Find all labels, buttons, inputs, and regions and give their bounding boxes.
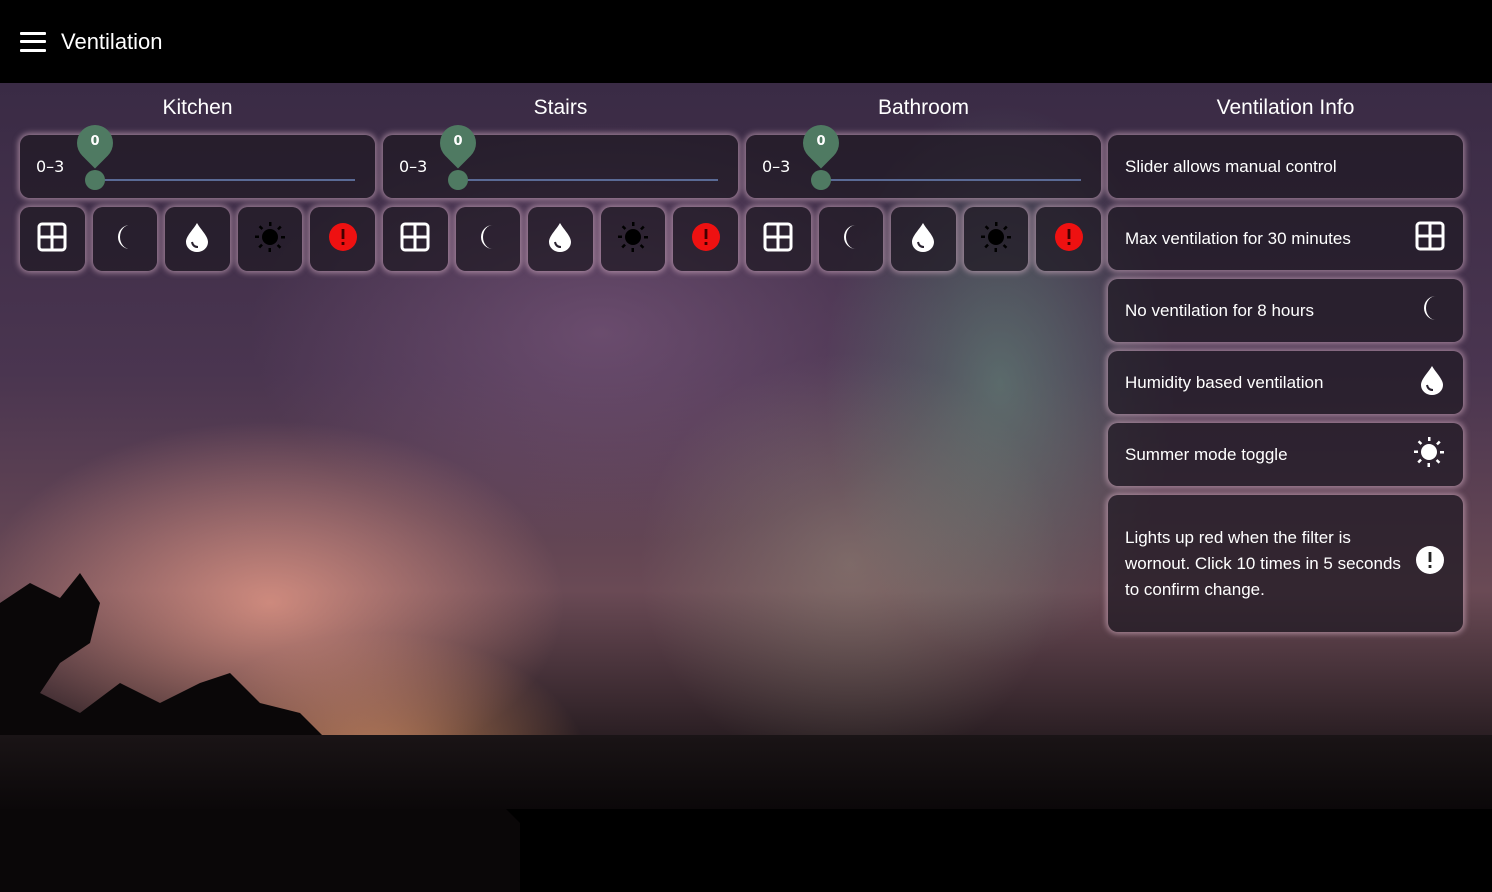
room-title: Kitchen bbox=[162, 96, 233, 119]
info-item: Slider allows manual control bbox=[1108, 135, 1463, 198]
moon-icon bbox=[1417, 294, 1445, 327]
sun-button[interactable] bbox=[237, 207, 303, 271]
slider-track[interactable] bbox=[821, 179, 1081, 181]
moon-icon bbox=[474, 223, 502, 255]
humidity-drop-icon bbox=[184, 222, 210, 256]
humidity-drop-icon bbox=[1419, 365, 1445, 400]
ground bbox=[0, 735, 1492, 809]
info-text: No ventilation for 8 hours bbox=[1125, 300, 1314, 320]
info-text: Humidity based ventilation bbox=[1125, 372, 1324, 392]
slider-range-label: 0–3 bbox=[36, 157, 65, 176]
max-ventilation-button[interactable] bbox=[383, 207, 448, 271]
slider-thumb[interactable] bbox=[85, 170, 105, 190]
humidity-drop-button[interactable] bbox=[891, 207, 956, 271]
info-item: Summer mode toggle bbox=[1108, 423, 1463, 486]
slider-value: 0 bbox=[453, 134, 463, 149]
slider-track[interactable] bbox=[458, 179, 718, 181]
info-text: Max ventilation for 30 minutes bbox=[1125, 228, 1351, 248]
filter-alert-icon bbox=[1054, 222, 1084, 256]
page-title: Ventilation bbox=[61, 28, 163, 54]
humidity-drop-icon bbox=[547, 222, 573, 256]
info-text: Summer mode toggle bbox=[1125, 444, 1288, 464]
filter-alert-button[interactable] bbox=[310, 207, 375, 271]
filter-alert-button[interactable] bbox=[1036, 207, 1101, 271]
sun-icon bbox=[1413, 436, 1445, 473]
info-title: Ventilation Info bbox=[1216, 96, 1355, 119]
slider-value: 0 bbox=[816, 134, 826, 149]
filter-alert-icon bbox=[328, 222, 358, 256]
max-ventilation-button[interactable] bbox=[746, 207, 811, 271]
max-ventilation-icon bbox=[763, 222, 793, 256]
slider-track[interactable] bbox=[95, 179, 355, 181]
sun-button[interactable] bbox=[600, 207, 666, 271]
slider-thumb[interactable] bbox=[448, 170, 468, 190]
info-item: Max ventilation for 30 minutes bbox=[1108, 207, 1463, 270]
info-item: Humidity based ventilation bbox=[1108, 351, 1463, 414]
fan-speed-slider-card: 0–3 0 bbox=[746, 117, 1101, 198]
room-column-bathroom: Bathroom 0–3 0 bbox=[746, 83, 1101, 271]
humidity-drop-button[interactable] bbox=[528, 207, 593, 271]
filter-alert-button[interactable] bbox=[673, 207, 738, 271]
max-ventilation-icon bbox=[37, 222, 67, 256]
room-title: Stairs bbox=[533, 96, 588, 119]
slider-range-label: 0–3 bbox=[762, 157, 791, 176]
fan-speed-slider-card: 0–3 0 bbox=[383, 117, 738, 198]
moon-button[interactable] bbox=[455, 207, 521, 271]
slider-range-label: 0–3 bbox=[399, 157, 428, 176]
slider-value: 0 bbox=[90, 134, 100, 149]
info-item: Lights up red when the filter is wornout… bbox=[1108, 495, 1463, 632]
room-column-kitchen: Kitchen 0–3 0 bbox=[20, 83, 375, 271]
exclamation-icon bbox=[1415, 545, 1445, 583]
slider-thumb[interactable] bbox=[811, 170, 831, 190]
info-text: Lights up red when the filter is wornout… bbox=[1125, 527, 1401, 599]
max-ventilation-icon bbox=[1415, 221, 1445, 256]
info-item: No ventilation for 8 hours bbox=[1108, 279, 1463, 342]
room-column-stairs: Stairs 0–3 0 bbox=[383, 83, 738, 271]
sun-button[interactable] bbox=[963, 207, 1029, 271]
ventilation-info-column: Ventilation Info Slider allows manual co… bbox=[1108, 83, 1463, 641]
max-ventilation-icon bbox=[400, 222, 430, 256]
humidity-drop-button[interactable] bbox=[165, 207, 230, 271]
max-ventilation-button[interactable] bbox=[20, 207, 85, 271]
info-text: Slider allows manual control bbox=[1125, 156, 1337, 176]
room-title: Bathroom bbox=[877, 96, 970, 119]
moon-icon bbox=[111, 223, 139, 255]
sun-icon bbox=[980, 221, 1012, 257]
hamburger-menu-icon[interactable] bbox=[20, 31, 46, 52]
sun-icon bbox=[254, 221, 286, 257]
tree-silhouette bbox=[0, 573, 520, 892]
moon-icon bbox=[837, 223, 865, 255]
humidity-drop-icon bbox=[910, 222, 936, 256]
moon-button[interactable] bbox=[818, 207, 884, 271]
fan-speed-slider-card: 0–3 0 bbox=[20, 117, 375, 198]
sun-icon bbox=[617, 221, 649, 257]
app-header: Ventilation bbox=[0, 0, 1492, 83]
moon-button[interactable] bbox=[92, 207, 158, 271]
filter-alert-icon bbox=[691, 222, 721, 256]
